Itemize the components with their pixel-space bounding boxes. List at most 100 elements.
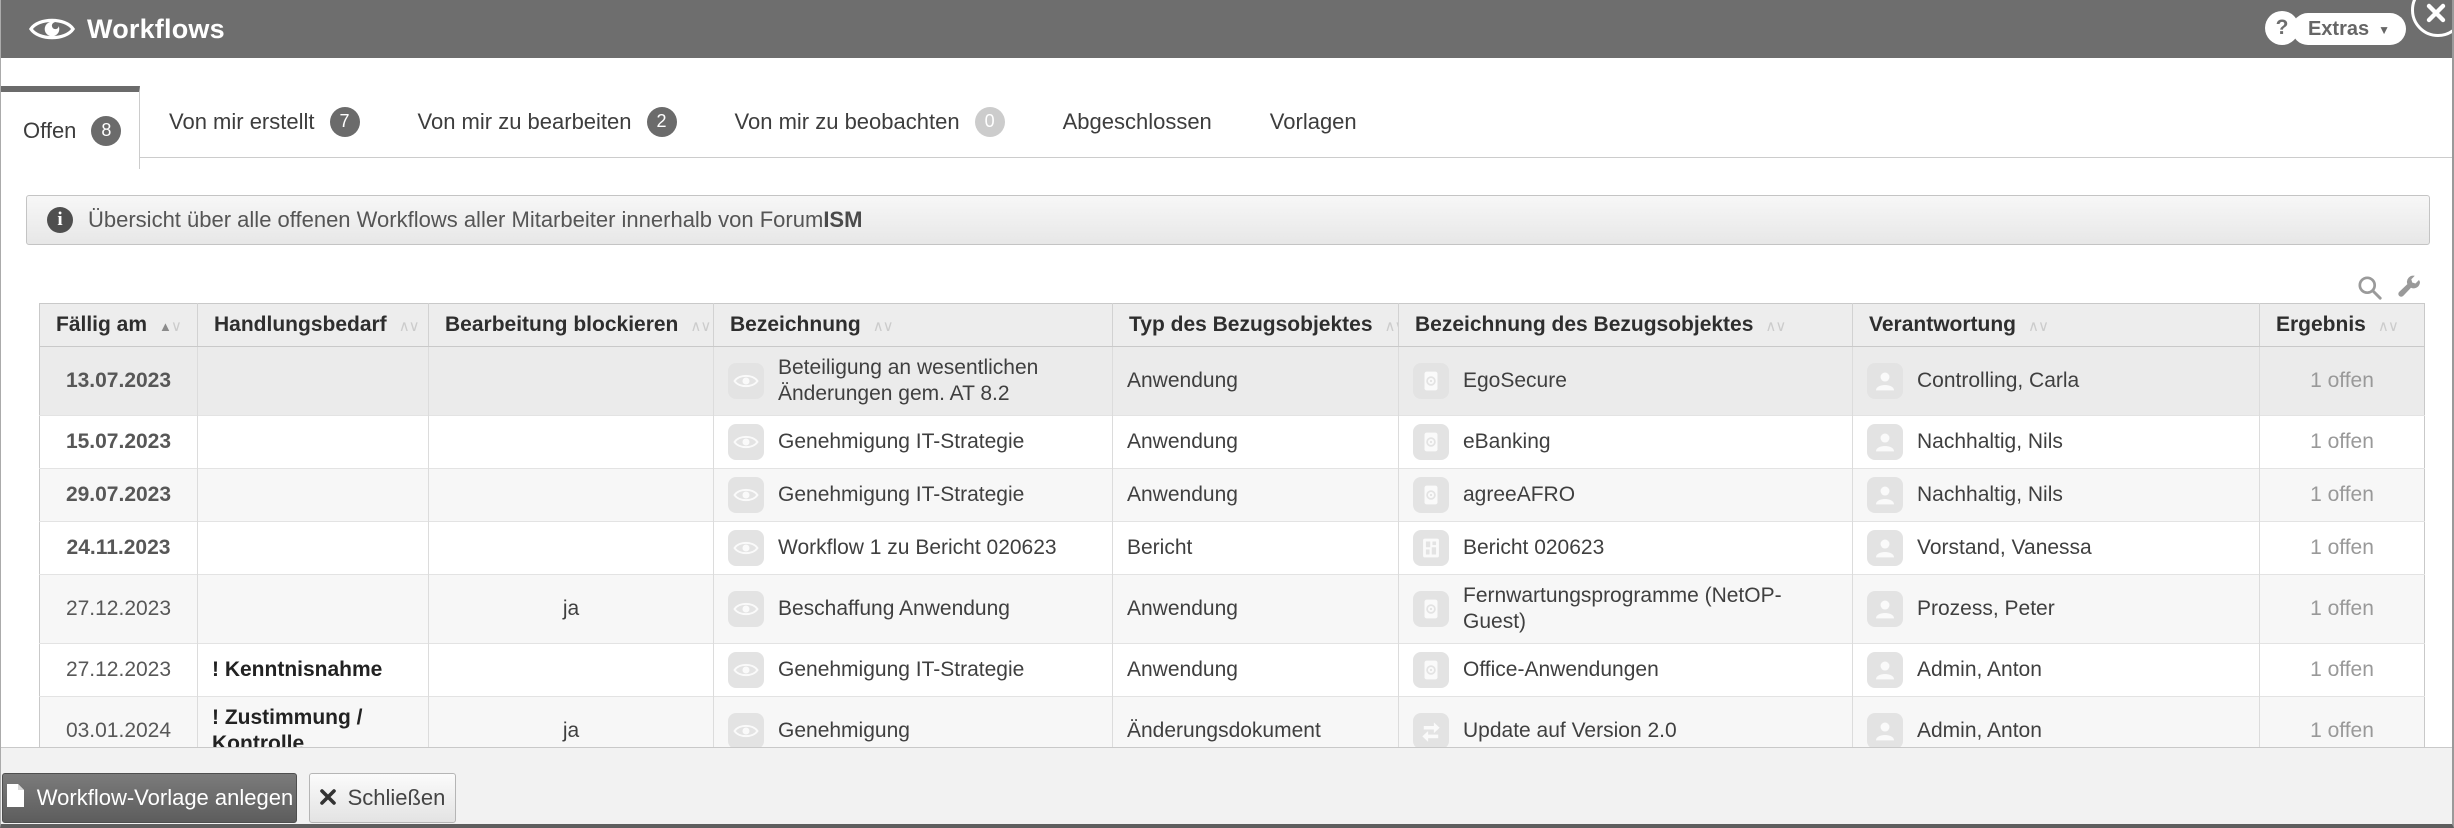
header-row: Fällig am ▲∨ Handlungsbedarf ∧∨ Bearbeitung … (39, 303, 2425, 347)
eye-icon (28, 13, 76, 50)
workflow-row[interactable]: 27.12.2023 ja Beschaffung Anwendung Anwendu… (39, 574, 2425, 644)
workflow-name-cell: Beteiligung an wesentlichen Änderungen g… (713, 346, 1113, 416)
owner-cell: Prozess, Peter (1852, 574, 2260, 644)
action-needed-cell (197, 415, 429, 469)
due-date-cell: 15.07.2023 (39, 415, 198, 469)
object-type-cell: Anwendung (1112, 346, 1399, 416)
owner-cell: Nachhaltig, Nils (1852, 468, 2260, 522)
search-icon[interactable] (2356, 274, 2383, 306)
workflow-name-cell: Workflow 1 zu Bericht 020623 (713, 521, 1113, 575)
object-name-cell: EgoSecure (1398, 346, 1853, 416)
column-header-handlungsbedarf[interactable]: Handlungsbedarf ∧∨ (197, 303, 429, 347)
column-label: Bezeichnung des Bezugsobjektes (1415, 313, 1754, 336)
result-cell: 1 offen (2259, 521, 2425, 575)
column-header-typ-des-bezugsobjektes[interactable]: Typ des Bezugsobjektes ∧∨ (1112, 303, 1399, 347)
close-button[interactable]: Schließen (309, 773, 456, 823)
tab-von-mir-zu-bearbeiten[interactable]: Von mir zu bearbeiten 2 (389, 86, 706, 157)
cell-text: Genehmigung IT-Strategie (778, 658, 1025, 681)
tab-offen[interactable]: Offen 8 (1, 86, 140, 169)
cell-text: Beteiligung an wesentlichen Änderungen g… (778, 356, 1039, 405)
column-header-verantwortung[interactable]: Verantwortung ∧∨ (1852, 303, 2260, 347)
column-label: Verantwortung (1869, 313, 2017, 336)
workflow-row[interactable]: 24.11.2023 Workflow 1 zu Bericht 020623 Be… (39, 521, 2425, 575)
create-workflow-template-label: Workflow-Vorlage anlegen (36, 785, 294, 810)
result-cell: 1 offen (2259, 643, 2425, 697)
column-header-ergebnis[interactable]: Ergebnis ∧∨ (2259, 303, 2425, 347)
info-banner: i Übersicht über alle offenen Workflows … (26, 195, 2430, 245)
workflow-row[interactable]: 29.07.2023 Genehmigung IT-Strategie Anwend… (39, 468, 2425, 522)
cell-text: Controlling, Carla (1917, 369, 2080, 392)
table-toolbar (2356, 274, 2422, 306)
application-icon (1413, 424, 1449, 460)
column-header-bezeichnung[interactable]: Bezeichnung ∧∨ (713, 303, 1113, 347)
sort-icon: ∧∨ (2377, 318, 2399, 335)
report-icon (1413, 530, 1449, 566)
eye-icon (728, 591, 764, 627)
window-close-button[interactable] (2411, 0, 2452, 37)
create-workflow-template-button[interactable]: Workflow-Vorlage anlegen (2, 773, 297, 823)
footer-bar: Workflow-Vorlage anlegen Schließen (1, 747, 2452, 824)
person-icon (1867, 713, 1903, 749)
column-header-fällig-am[interactable]: Fällig am ▲∨ (39, 303, 198, 347)
cell-text: Nachhaltig, Nils (1917, 483, 2063, 506)
tab-count-badge: 7 (329, 106, 360, 137)
tab-label: Von mir zu bearbeiten (417, 108, 632, 134)
info-banner-text: Übersicht über alle offenen Workflows al… (88, 207, 863, 232)
blocked-cell (428, 521, 714, 575)
tab-von-mir-erstellt[interactable]: Von mir erstellt 7 (140, 86, 389, 157)
blocked-cell (428, 643, 714, 697)
cell-text: Fernwartungsprogramme (NetOP-Guest) (1463, 584, 1782, 633)
object-type-cell: Anwendung (1112, 643, 1399, 697)
workflow-row[interactable]: 15.07.2023 Genehmigung IT-Strategie Anwend… (39, 415, 2425, 469)
workflow-row[interactable]: 13.07.2023 Beteiligung an wesentlichen Än… (39, 346, 2425, 416)
wrench-icon[interactable] (2395, 274, 2422, 306)
column-label: Typ des Bezugsobjektes (1129, 313, 1373, 336)
cell-text: EgoSecure (1463, 369, 1567, 392)
sort-icon: ∧∨ (1765, 318, 1786, 335)
cell-text: Bericht 020623 (1463, 536, 1605, 559)
due-date-cell: 29.07.2023 (39, 468, 198, 522)
action-needed-cell (197, 574, 429, 644)
cell-text: Vorstand, Vanessa (1917, 536, 2092, 559)
workflow-name-cell: Genehmigung IT-Strategie (713, 415, 1113, 469)
person-icon (1867, 652, 1903, 688)
cell-text: Admin, Anton (1917, 658, 2042, 681)
object-name-cell: Bericht 020623 (1398, 521, 1853, 575)
column-label: Handlungsbedarf (214, 313, 387, 336)
result-cell: 1 offen (2259, 346, 2425, 416)
eye-icon (728, 363, 764, 399)
object-name-cell: Office-Anwendungen (1398, 643, 1853, 697)
tab-label: Von mir zu beobachten (734, 108, 960, 134)
application-icon (1413, 652, 1449, 688)
tab-vorlagen[interactable]: Vorlagen (1241, 86, 1386, 157)
sort-asc-icon: ▲∨ (159, 318, 182, 335)
action-needed-cell (197, 468, 429, 522)
tab-count-badge: 0 (974, 106, 1005, 137)
action-needed-cell: ! Kenntnisnahme (197, 643, 429, 697)
person-icon (1867, 530, 1903, 566)
tab-abgeschlossen[interactable]: Abgeschlossen (1034, 86, 1241, 157)
object-name-cell: eBanking (1398, 415, 1853, 469)
object-name-cell: agreeAFRO (1398, 468, 1853, 522)
extras-button[interactable]: Extras ▼ (2291, 13, 2406, 45)
column-header-bearbeitung-blockieren[interactable]: Bearbeitung blockieren ∧∨ (428, 303, 714, 347)
close-button-label: Schließen (347, 785, 446, 810)
object-type-cell: Bericht (1112, 521, 1399, 575)
caret-down-icon: ▼ (2378, 23, 2390, 37)
tab-von-mir-zu-beobachten[interactable]: Von mir zu beobachten 0 (706, 86, 1034, 157)
owner-cell: Controlling, Carla (1852, 346, 2260, 416)
result-cell: 1 offen (2259, 574, 2425, 644)
column-label: Bezeichnung (730, 313, 861, 336)
tab-count-badge: 8 (91, 115, 122, 146)
cell-text: eBanking (1463, 430, 1551, 453)
extras-label: Extras (2307, 17, 2370, 40)
person-icon (1867, 424, 1903, 460)
workflow-row[interactable]: 27.12.2023! Kenntnisnahme Genehmigung IT-… (39, 643, 2425, 697)
cell-text: Workflow 1 zu Bericht 020623 (778, 536, 1057, 559)
tab-label: Abgeschlossen (1062, 108, 1212, 134)
blocked-cell (428, 346, 714, 416)
column-header-bezeichnung-des-bezugsobjektes[interactable]: Bezeichnung des Bezugsobjektes ∧∨ (1398, 303, 1853, 347)
column-label: Ergebnis (2276, 313, 2366, 336)
table-header-row: Fällig am ▲∨ Handlungsbedarf ∧∨ Bearbeitung … (39, 303, 2425, 347)
due-date-cell: 13.07.2023 (65, 369, 172, 392)
